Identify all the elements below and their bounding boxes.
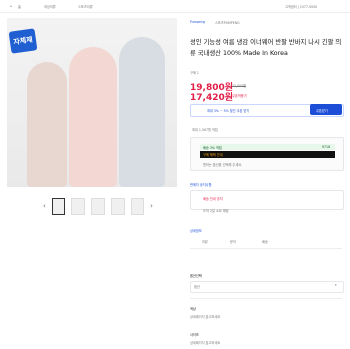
store-name[interactable]: Pumpeng — [190, 20, 205, 24]
model-man-right — [119, 37, 165, 187]
notice-subtext: 도착 2일 소요 예정 — [203, 209, 229, 213]
thumbnail-2[interactable] — [71, 197, 86, 215]
option-b-label: 사이즈 — [190, 333, 199, 337]
rating: 구매 1 — [190, 71, 199, 75]
model-woman-center — [69, 47, 117, 187]
chevron-down-icon[interactable]: ▾ — [335, 283, 337, 287]
model-woman-left — [27, 62, 67, 187]
option-a-label: 색상 — [190, 307, 196, 311]
home-icon[interactable]: ⌂ — [10, 4, 12, 8]
green-text: 배송 3% 적립 — [203, 146, 222, 150]
notice-label[interactable]: 판매자 공지사항 — [190, 182, 212, 187]
breadcrumb-item-1[interactable]: 홈 — [18, 4, 21, 9]
thumbnail-5[interactable] — [130, 197, 145, 215]
breadcrumb-item-2[interactable]: 여성의류 — [44, 4, 56, 9]
dark-text: 구매 혜택 안내 — [203, 153, 223, 157]
thumbnail-strip: ‹ › — [43, 197, 153, 215]
option-selected: 옵션 — [194, 285, 200, 289]
coupon-label: 최대 3% ~ 5% 할인 쿠폰 받기 — [207, 109, 250, 113]
option-b-desc: 상세페이지 참고하세요 — [190, 341, 221, 345]
price-tag: 쿠폰적용가 — [232, 94, 247, 98]
green-value: 9718 — [322, 145, 331, 149]
tab-review[interactable]: 리뷰 — [202, 239, 208, 244]
breadcrumb-item-3[interactable]: 스포츠의류 — [78, 4, 93, 9]
points-line: 최대 1,567원 적립 — [192, 128, 218, 132]
store-subname[interactable]: 스포츠PUMPENG — [215, 20, 240, 25]
tab-qna[interactable]: 문의 — [230, 239, 236, 244]
thumbnail-4[interactable] — [110, 197, 125, 215]
shipping-note: 원하는 옵션을 선택해 주세요. — [203, 163, 243, 167]
brand-badge: 자체제 — [8, 28, 38, 54]
price-struck: 22,000원 — [232, 84, 247, 88]
product-title: 성인 기능성 여름 냉감 이너웨어 반팔 반바지 나시 긴팔 의류 국내생산 1… — [190, 39, 342, 57]
divider-1 — [190, 248, 342, 249]
thumbnail-1[interactable] — [51, 197, 66, 215]
tab-shipping[interactable]: 배송 — [262, 239, 268, 244]
price-discount: 17,420원 — [190, 93, 234, 103]
thumbnail-3[interactable] — [91, 197, 105, 215]
top-bar: ⌂ 홈 여성의류 스포츠의류 고객센터 | 1577-0000 — [0, 0, 350, 13]
coupon-button-label: 쿠폰받기 — [316, 109, 328, 113]
divider-2 — [190, 298, 342, 299]
notice-text: 배송 안내 공지 — [203, 197, 223, 201]
option-select[interactable] — [190, 281, 344, 293]
option-section-label: 옵션선택 — [190, 274, 202, 278]
option-a-desc: 상세페이지 참고하세요 — [190, 315, 221, 319]
header-right-text: 고객센터 | 1577-0000 — [285, 5, 318, 9]
chevron-right-icon[interactable]: › — [150, 202, 153, 210]
tab-detail[interactable]: 상세정보 — [190, 228, 202, 233]
chevron-left-icon[interactable]: ‹ — [43, 202, 46, 210]
